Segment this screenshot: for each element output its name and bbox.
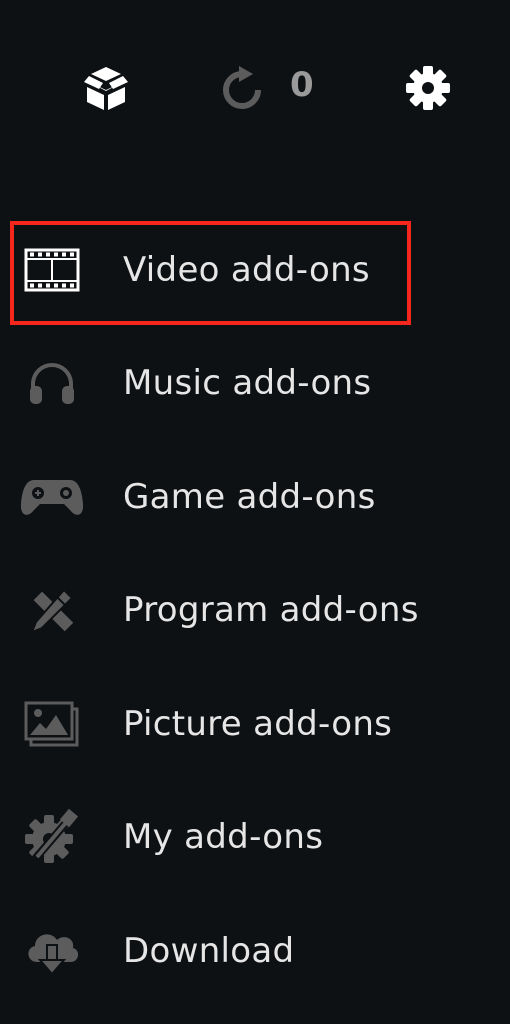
menu-item-music-addons[interactable]: Music add-ons [0, 327, 510, 441]
pencil-ruler-icon [30, 588, 74, 635]
menu-item-label: Program add-ons [123, 590, 419, 631]
menu-item-label: Picture add-ons [123, 703, 393, 744]
menu-item-label: Music add-ons [123, 363, 372, 404]
check-updates-button[interactable] [218, 62, 266, 114]
settings-button[interactable] [402, 62, 454, 114]
refresh-icon [223, 66, 261, 109]
addon-category-menu: Video add-ons Music add-ons Game add-ons [0, 213, 510, 1008]
top-toolbar: 0 [0, 0, 510, 180]
menu-item-program-addons[interactable]: Program add-ons [0, 554, 510, 668]
menu-item-label: Video add-ons [123, 249, 370, 290]
menu-item-video-addons[interactable]: Video add-ons [0, 213, 510, 327]
update-count: 0 [290, 65, 314, 105]
menu-item-label: Game add-ons [123, 476, 376, 517]
gamepad-icon [20, 479, 84, 515]
headphones-icon [30, 363, 74, 405]
cloud-download-icon [28, 934, 79, 976]
install-from-box-button[interactable] [80, 62, 132, 114]
gear-icon [406, 66, 450, 110]
gear-wrench-icon [25, 809, 79, 864]
picture-icon [24, 701, 79, 747]
menu-item-game-addons[interactable]: Game add-ons [0, 440, 510, 554]
film-strip-icon [24, 248, 80, 292]
menu-item-my-addons[interactable]: My add-ons [0, 781, 510, 895]
open-box-icon [84, 67, 128, 110]
menu-item-label: My add-ons [123, 817, 324, 858]
menu-item-label: Download [123, 930, 295, 971]
menu-item-picture-addons[interactable]: Picture add-ons [0, 667, 510, 781]
menu-item-download[interactable]: Download [0, 894, 510, 1008]
